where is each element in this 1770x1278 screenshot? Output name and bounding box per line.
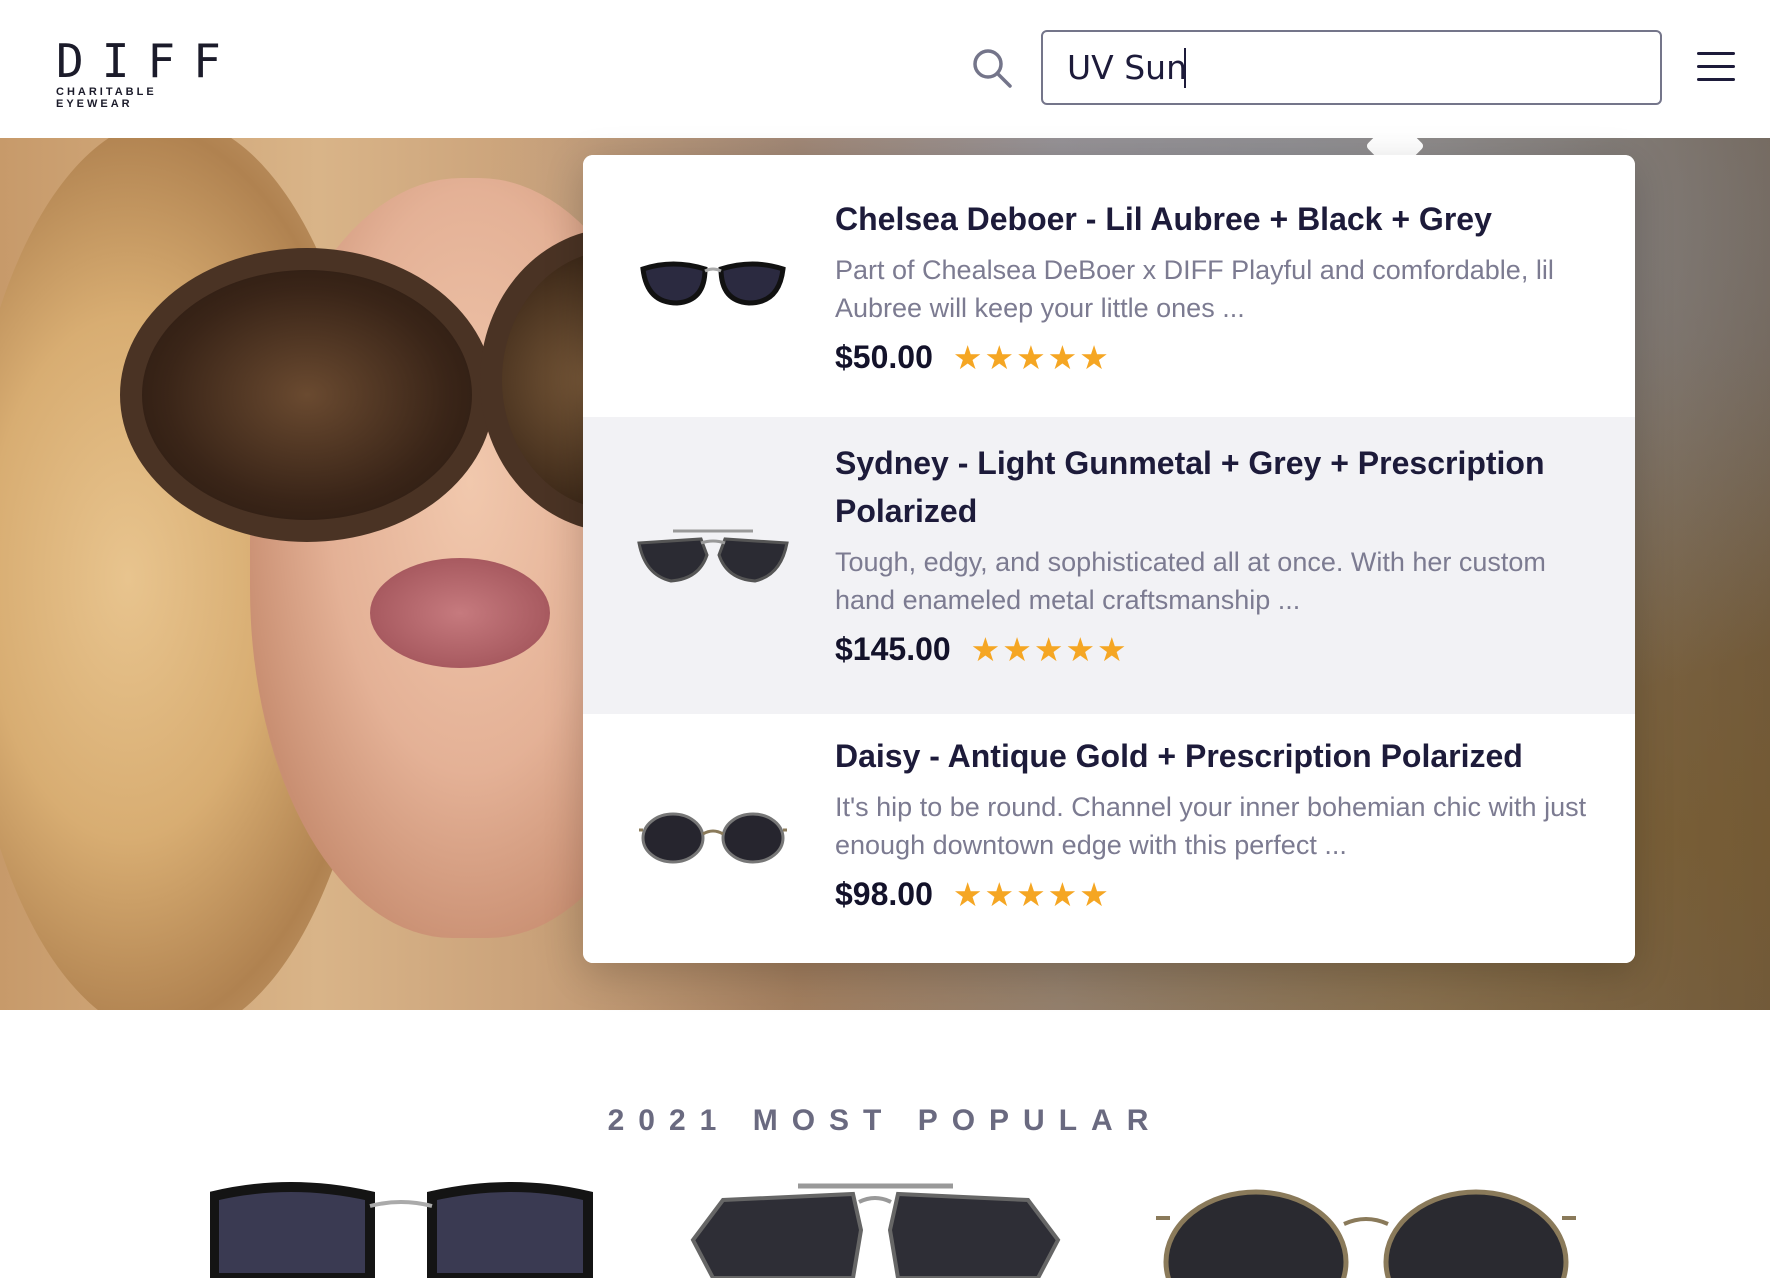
search-result-item[interactable]: Daisy - Antique Gold + Prescription Pola… [583,714,1635,963]
logo-tagline: CHARITABLE EYEWEAR [56,86,157,110]
star-icon: ★ [1033,631,1064,668]
star-icon: ★ [970,631,1001,668]
result-description: Part of Chealsea DeBoer x DIFF Playful a… [835,255,1554,323]
star-icon: ★ [984,876,1015,913]
result-title[interactable]: Chelsea Deboer - Lil Aubree + Black + Gr… [835,195,1599,243]
result-description: Tough, edgy, and sophisticated all at on… [835,547,1546,615]
logo-wordmark: DIFF [56,34,239,88]
product-thumbnail [633,241,793,321]
search-result-item[interactable]: Chelsea Deboer - Lil Aubree + Black + Gr… [583,155,1635,417]
star-icon: ★ [1047,876,1078,913]
search-input[interactable] [1067,32,1627,102]
search-results-dropdown: Chelsea Deboer - Lil Aubree + Black + Gr… [583,155,1635,963]
popular-product-image[interactable] [1156,1180,1576,1278]
star-icon: ★ [1097,631,1127,668]
search-field[interactable] [1041,30,1662,105]
result-title[interactable]: Daisy - Antique Gold + Prescription Pola… [835,732,1599,780]
popular-product-image[interactable] [210,1180,595,1278]
result-price: $98.00 [835,876,933,912]
star-icon: ★ [984,339,1015,376]
search-result-item[interactable]: Sydney - Light Gunmetal + Grey + Prescri… [583,417,1635,714]
result-price: $145.00 [835,631,951,667]
rating-stars: ★ ★ ★ ★ ★ [953,341,1111,374]
hamburger-menu-icon[interactable] [1697,52,1735,82]
site-header: DIFF CHARITABLE EYEWEAR [0,0,1770,138]
popular-product-image[interactable] [683,1180,1068,1278]
star-icon: ★ [952,339,983,376]
search-icon[interactable] [970,46,1014,90]
star-icon: ★ [952,876,983,913]
logo[interactable]: DIFF CHARITABLE EYEWEAR [56,36,236,110]
result-price: $50.00 [835,339,933,375]
result-title[interactable]: Sydney - Light Gunmetal + Grey + Prescri… [835,439,1599,535]
rating-stars: ★ ★ ★ ★ ★ [953,878,1111,911]
star-icon: ★ [1016,339,1046,376]
product-thumbnail [633,519,793,599]
star-icon: ★ [1002,631,1032,668]
star-icon: ★ [1079,339,1109,376]
product-thumbnail [633,798,793,878]
star-icon: ★ [1079,876,1109,913]
rating-stars: ★ ★ ★ ★ ★ [971,633,1129,666]
result-description: It's hip to be round. Channel your inner… [835,792,1587,860]
star-icon: ★ [1016,876,1046,913]
star-icon: ★ [1065,631,1096,668]
section-title: 2021 MOST POPULAR [607,1104,1163,1137]
text-caret [1184,48,1186,88]
star-icon: ★ [1047,339,1078,376]
